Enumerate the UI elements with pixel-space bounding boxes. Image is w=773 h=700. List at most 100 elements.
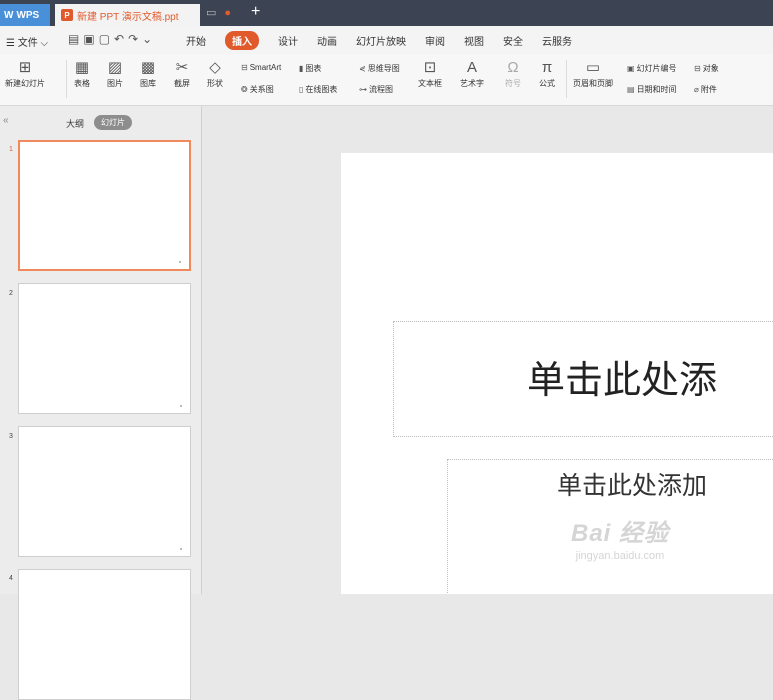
slide-canvas: 单击此处添 单击此处添加 Bai 经验 jingyan.baidu.com xyxy=(203,106,773,594)
new-slide-label: 新建幻灯片 xyxy=(5,79,45,88)
calendar-icon: ▤ xyxy=(627,85,635,94)
slide-editor[interactable]: 单击此处添 单击此处添加 Bai 经验 jingyan.baidu.com xyxy=(341,153,773,594)
tab-slideshow[interactable]: 幻灯片放映 xyxy=(356,33,406,48)
collapse-panel-button[interactable]: « xyxy=(3,115,9,126)
relation-button[interactable]: ❂ 关系图 xyxy=(241,84,274,95)
wordart-icon: A xyxy=(466,59,477,76)
header-footer-button[interactable]: ▭ 页眉和页脚 xyxy=(573,58,613,89)
outline-tab[interactable]: 大纲 xyxy=(66,117,84,130)
slide-thumbnail-2[interactable] xyxy=(18,283,191,414)
gallery-button[interactable]: ▩ 图库 xyxy=(140,58,156,89)
table-button[interactable]: ▦ 表格 xyxy=(74,58,90,89)
omega-icon: Ω xyxy=(507,59,519,76)
tab-tools: ▭ ● xyxy=(206,6,231,19)
tab-cloud[interactable]: 云服务 xyxy=(542,33,572,48)
slide-panel: « 大纲 幻灯片 1 2 3 4 xyxy=(0,106,202,700)
flowchart-button[interactable]: ⊶ 流程图 xyxy=(359,84,393,95)
chart-label: 图表 xyxy=(305,64,322,73)
textbox-label: 文本框 xyxy=(418,79,442,88)
paperclip-icon: ⌀ xyxy=(694,85,699,94)
slide-thumbnail-1[interactable] xyxy=(18,140,191,271)
tab-design[interactable]: 设计 xyxy=(278,33,298,48)
wps-tab-label: WPS xyxy=(16,9,40,21)
slide-number-label: 幻灯片编号 xyxy=(636,64,677,73)
picture-button[interactable]: ▨ 图片 xyxy=(107,58,123,89)
chevron-down-icon: ⌵ xyxy=(37,38,49,49)
slide-thumbnail-4[interactable] xyxy=(18,569,191,700)
print-icon[interactable]: ▣ xyxy=(83,32,98,46)
shape-label: 形状 xyxy=(207,79,223,88)
slide-number-button[interactable]: ▣ 幻灯片编号 xyxy=(627,63,677,74)
symbol-button[interactable]: Ω 符号 xyxy=(505,58,521,89)
slide-number: 4 xyxy=(9,575,13,582)
ribbon-divider xyxy=(566,60,567,98)
pi-icon: π xyxy=(541,59,553,76)
tab-review[interactable]: 审阅 xyxy=(425,33,445,48)
watermark-logo: Bai 经验 xyxy=(571,520,670,547)
save-icon[interactable]: ▤ xyxy=(68,32,83,46)
gallery-icon: ▩ xyxy=(140,59,156,76)
smartart-button[interactable]: ⊟ SmartArt xyxy=(241,63,281,72)
new-slide-button[interactable]: ⊞ 新建幻灯片 xyxy=(5,58,45,89)
subtitle-placeholder-text: 单击此处添加 xyxy=(557,471,708,500)
table-icon: ▦ xyxy=(74,59,90,76)
online-chart-button[interactable]: ▯ 在线图表 xyxy=(299,84,337,95)
picture-icon: ▨ xyxy=(107,59,123,76)
smartart-label: SmartArt xyxy=(249,63,282,72)
datetime-button[interactable]: ▤ 日期和时间 xyxy=(627,84,677,95)
chart-button[interactable]: ▮ 图表 xyxy=(299,63,321,74)
quick-access-toolbar: ▤▣▢↶↷⌄ xyxy=(68,32,156,46)
mindmap-label: 思维导图 xyxy=(367,64,400,73)
datetime-label: 日期和时间 xyxy=(636,85,677,94)
customize-icon[interactable]: ⌄ xyxy=(142,32,156,46)
chart-icon: ▮ xyxy=(299,64,304,73)
slides-tab[interactable]: 幻灯片 xyxy=(94,115,132,130)
hamburger-icon: ☰ xyxy=(6,38,18,49)
slide-number: 2 xyxy=(9,290,13,297)
document-tab-label: 新建 PPT 演示文稿.ppt xyxy=(77,11,179,23)
tab-security[interactable]: 安全 xyxy=(503,33,523,48)
flowchart-icon: ⊶ xyxy=(359,85,367,94)
unsaved-dot-icon: ● xyxy=(224,7,232,19)
tab-view[interactable]: 视图 xyxy=(464,33,484,48)
textbox-icon: ⊡ xyxy=(423,59,437,76)
object-icon: ⊟ xyxy=(694,64,701,73)
new-tab-button[interactable]: + xyxy=(251,3,260,21)
tab-animation[interactable]: 动画 xyxy=(317,33,337,48)
shape-icon: ◇ xyxy=(209,59,221,76)
wordart-button[interactable]: A 艺术字 xyxy=(460,58,484,89)
slide-number-icon: ▣ xyxy=(627,64,635,73)
mindmap-button[interactable]: ⋞ 思维导图 xyxy=(359,63,400,74)
print-preview-icon[interactable]: ▢ xyxy=(99,32,114,46)
relation-icon: ❂ xyxy=(241,85,248,94)
attachment-button[interactable]: ⌀ 附件 xyxy=(694,84,717,95)
textbox-button[interactable]: ⊡ 文本框 xyxy=(418,58,442,89)
shape-button[interactable]: ◇ 形状 xyxy=(207,58,223,89)
wps-home-tab[interactable]: W WPS xyxy=(0,4,50,26)
mindmap-icon: ⋞ xyxy=(359,64,366,73)
title-placeholder-text: 单击此处添 xyxy=(527,358,718,402)
redo-icon[interactable]: ↷ xyxy=(128,32,142,46)
ribbon-divider xyxy=(66,60,67,98)
screenshot-button[interactable]: ✂ 截屏 xyxy=(174,58,190,89)
smartart-icon: ⊟ xyxy=(241,63,248,72)
symbol-label: 符号 xyxy=(505,79,521,88)
formula-button[interactable]: π 公式 xyxy=(539,58,555,89)
undo-icon[interactable]: ↶ xyxy=(114,32,128,46)
watermark-url: jingyan.baidu.com xyxy=(575,550,665,562)
object-button[interactable]: ⊟ 对象 xyxy=(694,63,719,74)
online-chart-label: 在线图表 xyxy=(305,85,338,94)
relation-label: 关系图 xyxy=(249,85,274,94)
title-placeholder[interactable]: 单击此处添 xyxy=(393,321,773,437)
online-chart-icon: ▯ xyxy=(299,85,304,94)
ppt-file-icon: P xyxy=(61,9,73,21)
screenshot-label: 截屏 xyxy=(174,79,190,88)
file-menu[interactable]: ☰ 文件 ⌵ xyxy=(6,34,48,49)
tab-insert[interactable]: 插入 xyxy=(225,30,259,50)
tab-home[interactable]: 开始 xyxy=(186,33,206,48)
document-tab[interactable]: P 新建 PPT 演示文稿.ppt xyxy=(55,4,200,26)
comment-icon[interactable]: ▭ xyxy=(206,7,216,19)
wps-logo-icon: W xyxy=(4,9,14,21)
slide-thumbnail-3[interactable] xyxy=(18,426,191,557)
formula-label: 公式 xyxy=(539,79,555,88)
